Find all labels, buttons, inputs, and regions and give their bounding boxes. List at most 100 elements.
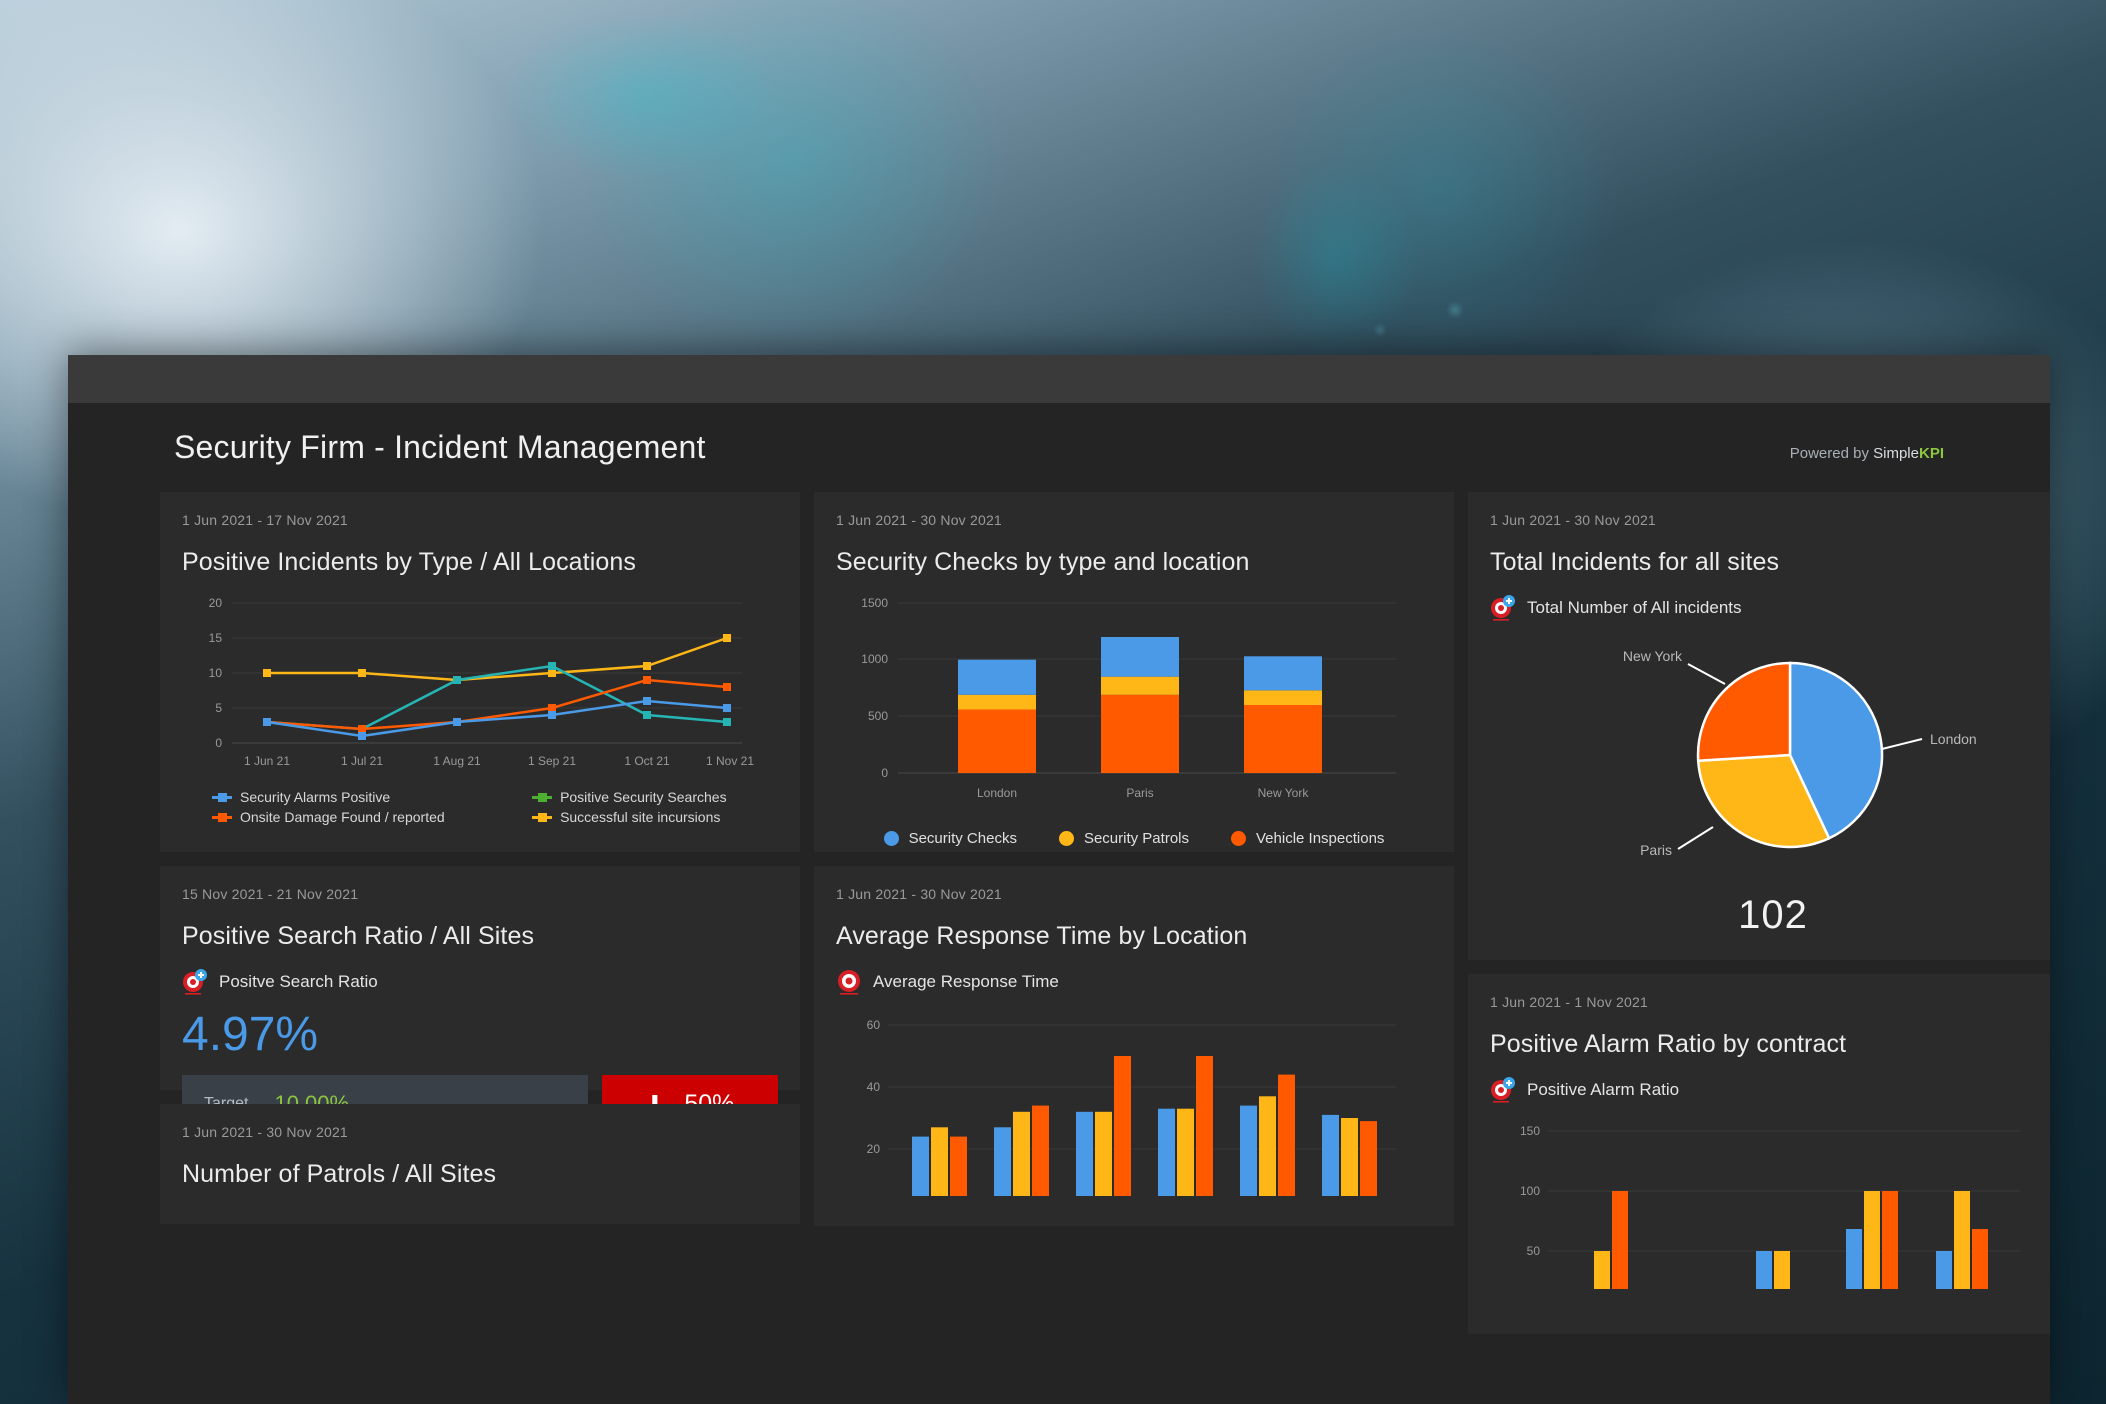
card-date-range: 15 Nov 2021 - 21 Nov 2021 bbox=[182, 886, 359, 902]
card-title: Positive Incidents by Type / All Locatio… bbox=[182, 548, 636, 576]
card-positive-alarm-ratio[interactable]: 1 Jun 2021 - 1 Nov 2021 Positive Alarm R… bbox=[1468, 974, 2050, 1334]
svg-text:10: 10 bbox=[209, 666, 223, 680]
bar bbox=[1158, 1108, 1175, 1196]
dashboard-header: Security Firm - Incident Management Powe… bbox=[92, 403, 2026, 492]
dashboard-column-left: 1 Jun 2021 - 17 Nov 2021 Positive Incide… bbox=[160, 492, 800, 1224]
svg-text:20: 20 bbox=[867, 1142, 881, 1156]
bar bbox=[1846, 1229, 1862, 1289]
dashboard-column-middle: 1 Jun 2021 - 30 Nov 2021 Security Checks… bbox=[814, 492, 1454, 1226]
card-positive-search-ratio[interactable]: 15 Nov 2021 - 21 Nov 2021 Positive Searc… bbox=[160, 866, 800, 1133]
bar bbox=[1114, 1056, 1131, 1196]
card-date-range: 1 Jun 2021 - 30 Nov 2021 bbox=[836, 512, 1002, 528]
legend-dot-blue bbox=[883, 831, 899, 846]
svg-text:500: 500 bbox=[868, 709, 888, 723]
legend-label: Onsite Damage Found / reported bbox=[240, 809, 445, 825]
bar bbox=[1936, 1251, 1952, 1289]
bar bbox=[1196, 1056, 1213, 1196]
bar-chart-positive-alarm-ratio: 150 100 50 bbox=[1490, 1119, 2050, 1289]
svg-text:5: 5 bbox=[215, 701, 222, 715]
x-tick-label: 1 Aug 21 bbox=[433, 754, 481, 768]
kpi-label: Total Number of All incidents bbox=[1527, 598, 1742, 617]
x-tick-label: Paris bbox=[1126, 786, 1153, 800]
legend-dot-yellow bbox=[1058, 831, 1074, 846]
legend-label: Security Patrols bbox=[1083, 830, 1189, 847]
bar bbox=[1882, 1191, 1898, 1289]
legend-swatch-yellow bbox=[532, 812, 553, 822]
line-chart-legend: Security Alarms Positive Positive Securi… bbox=[182, 789, 778, 825]
bar bbox=[1864, 1191, 1880, 1289]
card-security-checks[interactable]: 1 Jun 2021 - 30 Nov 2021 Security Checks… bbox=[814, 492, 1454, 852]
legend-item[interactable]: Successful site incursions bbox=[532, 809, 778, 825]
dashboard-window: Security Firm - Incident Management Powe… bbox=[68, 355, 2050, 1404]
svg-text:0: 0 bbox=[881, 766, 888, 780]
card-title: Positive Alarm Ratio by contract bbox=[1490, 1030, 1847, 1058]
bar bbox=[1756, 1251, 1772, 1289]
target-plus-icon bbox=[183, 969, 207, 995]
bar bbox=[1240, 1105, 1257, 1196]
target-plus-icon bbox=[1491, 1077, 1515, 1103]
bar-segment-security-checks bbox=[1244, 656, 1322, 691]
dashboard-column-right: 1 Jun 2021 - 30 Nov 2021 Total Incidents… bbox=[1468, 492, 2050, 1334]
kpi-value: 4.97% bbox=[182, 1008, 319, 1061]
legend-label: Security Alarms Positive bbox=[240, 789, 391, 805]
svg-text:100: 100 bbox=[1520, 1184, 1540, 1198]
bar bbox=[1594, 1251, 1610, 1289]
legend-item[interactable]: Onsite Damage Found / reported bbox=[212, 809, 496, 825]
pie-total-value: 102 bbox=[1738, 893, 1808, 937]
card-average-response-time[interactable]: 1 Jun 2021 - 30 Nov 2021 Average Respons… bbox=[814, 866, 1454, 1226]
bar bbox=[1774, 1251, 1790, 1289]
dashboard-grid: 1 Jun 2021 - 17 Nov 2021 Positive Incide… bbox=[92, 492, 2050, 1334]
target-plus-icon bbox=[1491, 595, 1515, 621]
powered-by-label: Powered by SimpleKPI bbox=[1790, 445, 1944, 462]
bar bbox=[912, 1136, 929, 1196]
legend-item[interactable]: Security Patrols bbox=[1058, 830, 1189, 847]
bar bbox=[1972, 1229, 1988, 1289]
kpi-label: Positive Alarm Ratio bbox=[1527, 1080, 1680, 1099]
kpi-row: Positive Alarm Ratio bbox=[1490, 1077, 2050, 1103]
legend-item[interactable]: Security Alarms Positive bbox=[212, 789, 496, 805]
bar-segment-security-patrols bbox=[1101, 676, 1179, 695]
bar bbox=[950, 1136, 967, 1196]
card-positive-incidents[interactable]: 1 Jun 2021 - 17 Nov 2021 Positive Incide… bbox=[160, 492, 800, 852]
bar-segment-security-patrols bbox=[958, 694, 1036, 710]
legend-swatch-green bbox=[532, 792, 553, 802]
bar bbox=[1259, 1096, 1276, 1196]
bar bbox=[1278, 1074, 1295, 1196]
card-date-range: 1 Jun 2021 - 30 Nov 2021 bbox=[836, 886, 1002, 902]
card-number-of-patrols[interactable]: 1 Jun 2021 - 30 Nov 2021 Number of Patro… bbox=[160, 1104, 800, 1224]
avg-response-bar-svg: 60 40 20 bbox=[867, 1018, 1396, 1196]
legend-label: Vehicle Inspections bbox=[1256, 830, 1385, 847]
svg-text:1500: 1500 bbox=[861, 596, 888, 610]
pie-label-london: London bbox=[1930, 731, 1977, 747]
card-title: Average Response Time by Location bbox=[836, 922, 1248, 950]
bar bbox=[1177, 1108, 1194, 1196]
bar bbox=[1013, 1111, 1030, 1196]
bar-segment-vehicle-inspections bbox=[1101, 694, 1179, 773]
legend-item[interactable]: Security Checks bbox=[883, 830, 1017, 847]
target-icon bbox=[838, 970, 860, 995]
stacked-bar-chart-security-checks: 1500 1000 500 0 London Paris New York bbox=[836, 595, 1432, 810]
line-chart-svg: 20 15 10 5 0 1 Jun 21 1 Jul 21 1 Aug 21 … bbox=[209, 596, 755, 768]
x-tick-label: 1 Jun 21 bbox=[244, 754, 290, 768]
bar bbox=[1954, 1191, 1970, 1289]
stacked-bar-legend: Security Checks Security Patrols Vehicle… bbox=[836, 830, 1432, 847]
legend-dot-orange bbox=[1231, 831, 1246, 846]
alarm-ratio-bar-svg: 150 100 50 bbox=[1520, 1124, 2020, 1289]
card-date-range: 1 Jun 2021 - 1 Nov 2021 bbox=[1490, 994, 1648, 1010]
legend-label: Successful site incursions bbox=[560, 809, 721, 825]
bar-chart-avg-response-time: 60 40 20 bbox=[836, 1011, 1432, 1196]
pie-label-new-york: New York bbox=[1623, 648, 1683, 664]
bar bbox=[1612, 1191, 1628, 1289]
bar bbox=[1076, 1111, 1093, 1196]
x-tick-label: 1 Oct 21 bbox=[624, 754, 670, 768]
card-title: Positive Search Ratio / All Sites bbox=[182, 922, 535, 950]
legend-item[interactable]: Positive Security Searches bbox=[532, 789, 778, 805]
x-tick-label: 1 Jul 21 bbox=[341, 754, 383, 768]
page-title: Security Firm - Incident Management bbox=[174, 429, 706, 465]
stacked-bar-svg: 1500 1000 500 0 London Paris New York bbox=[861, 596, 1396, 800]
x-tick-label: London bbox=[977, 786, 1017, 800]
card-total-incidents[interactable]: 1 Jun 2021 - 30 Nov 2021 Total Incidents… bbox=[1468, 492, 2050, 960]
card-date-range: 1 Jun 2021 - 30 Nov 2021 bbox=[182, 1124, 348, 1140]
legend-item[interactable]: Vehicle Inspections bbox=[1231, 830, 1384, 847]
legend-label: Security Checks bbox=[908, 830, 1017, 847]
